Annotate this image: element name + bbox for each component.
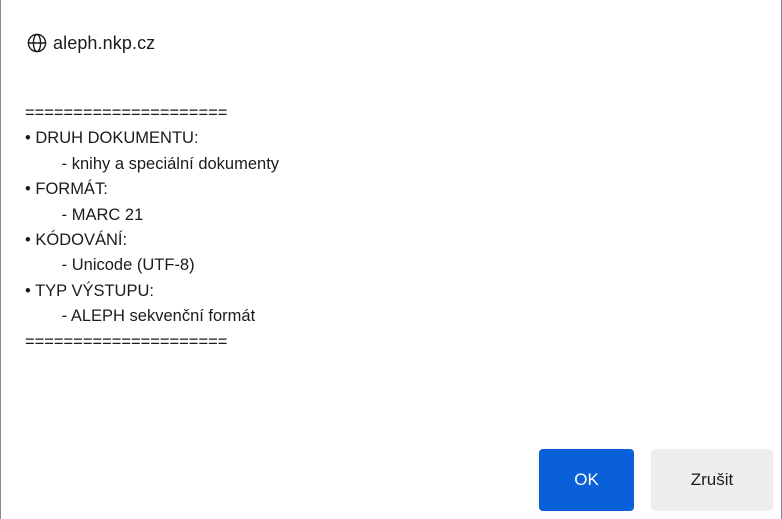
dialog-message: ===================== • DRUH DOKUMENTU: …	[25, 101, 279, 355]
message-line: - Unicode (UTF-8)	[25, 256, 195, 275]
message-line: - ALEPH sekvenční formát	[25, 307, 256, 326]
cancel-button[interactable]: Zrušit	[651, 449, 773, 511]
dialog-header: aleph.nkp.cz	[27, 30, 155, 56]
message-line: =====================	[25, 104, 228, 122]
message-line: • TYP VÝSTUPU:	[25, 281, 154, 300]
ok-button[interactable]: OK	[539, 449, 634, 511]
message-line: • DRUH DOKUMENTU:	[25, 129, 199, 148]
message-line: • KÓDOVÁNÍ:	[25, 231, 128, 250]
message-line: =====================	[25, 332, 228, 351]
confirm-dialog: aleph.nkp.cz ===================== • DRU…	[0, 0, 782, 519]
message-line: • FORMÁT:	[25, 180, 108, 199]
dialog-origin: aleph.nkp.cz	[53, 32, 156, 53]
message-line: - MARC 21	[25, 205, 144, 224]
message-line: - knihy a speciální dokumenty	[25, 154, 280, 173]
globe-icon	[27, 33, 47, 53]
